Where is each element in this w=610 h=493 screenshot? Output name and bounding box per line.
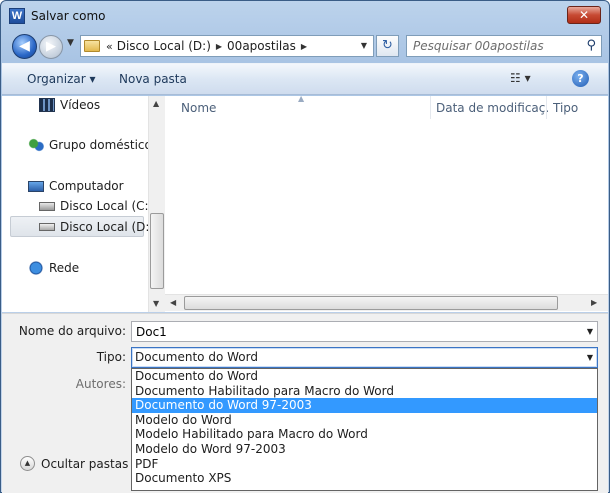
authors-label: Autores: [75, 377, 126, 391]
scroll-thumb[interactable] [150, 213, 164, 289]
scroll-left-icon[interactable]: ◀ [170, 298, 176, 307]
type-option[interactable]: Documento Habilitado para Macro do Word [132, 384, 597, 399]
folder-icon [84, 40, 100, 52]
close-button[interactable]: ✕ [567, 6, 601, 24]
nav-item-homegroup[interactable]: Grupo doméstico [28, 138, 152, 152]
nav-item-label: Vídeos [60, 98, 101, 112]
back-button[interactable]: ◀ [12, 34, 37, 59]
column-header-name[interactable]: Nome [181, 101, 216, 115]
type-option[interactable]: Modelo do Word [132, 413, 597, 428]
disk-d-icon [39, 223, 55, 231]
filename-input[interactable] [132, 322, 572, 341]
file-type-select[interactable]: Documento do Word ▼ [131, 347, 598, 368]
scroll-right-icon[interactable]: ▶ [591, 298, 597, 307]
network-icon [28, 261, 44, 275]
address-dropdown-icon[interactable]: ▼ [361, 41, 367, 50]
scroll-down-icon[interactable]: ▼ [153, 299, 159, 308]
recent-locations-dropdown[interactable]: ▼ [67, 38, 74, 48]
type-option[interactable]: PDF [132, 457, 597, 472]
word-app-icon: W [9, 8, 25, 24]
forward-button[interactable]: ▶ [39, 35, 63, 59]
file-type-value: Documento do Word [135, 350, 258, 364]
file-list-pane: ▲ Nome Data de modificaç... Tipo [165, 94, 608, 312]
column-divider[interactable] [430, 96, 431, 119]
type-option[interactable]: Documento do Word [132, 369, 597, 384]
scroll-up-icon[interactable]: ▲ [153, 99, 159, 108]
window-title: Salvar como [31, 9, 106, 23]
breadcrumb-disk-d[interactable]: Disco Local (D:) [117, 39, 211, 53]
sort-indicator-icon: ▲ [298, 94, 305, 103]
new-folder-button[interactable]: Nova pasta [119, 72, 187, 86]
back-arrow-icon: ◀ [19, 38, 30, 54]
chevron-down-icon[interactable]: ▼ [587, 327, 593, 336]
nav-item-label: Disco Local (D:) [60, 220, 155, 234]
filename-label: Nome do arquivo: [18, 324, 126, 338]
breadcrumb-separator[interactable]: ▶ [216, 42, 222, 51]
breadcrumb-00apostilas[interactable]: 00apostilas [227, 39, 296, 53]
save-as-dialog: W Salvar como ✕ ◀ ▶ ▼ « Disco Local (D:)… [0, 0, 610, 493]
refresh-icon: ↻ [382, 38, 393, 53]
collapse-up-icon: ▲ [20, 456, 35, 471]
disk-c-icon [39, 201, 55, 211]
chevron-down-icon[interactable]: ▼ [587, 353, 593, 362]
hide-folders-button[interactable]: ▲ Ocultar pastas [20, 456, 128, 471]
type-option[interactable]: Modelo Habilitado para Macro do Word [132, 427, 597, 442]
title-bar: W Salvar como ✕ [1, 1, 609, 29]
help-icon[interactable]: ? [572, 70, 589, 87]
search-box[interactable]: ⚲ [406, 35, 602, 57]
nav-item-label: Disco Local (C:) [60, 199, 154, 213]
computer-icon [28, 180, 44, 192]
type-option[interactable]: Documento XPS [132, 471, 597, 486]
navigation-pane: Vídeos Grupo doméstico Computador Disco … [2, 96, 154, 312]
column-header-type[interactable]: Tipo [553, 101, 578, 115]
type-option-highlighted[interactable]: Documento do Word 97-2003 [132, 398, 597, 413]
search-input[interactable] [407, 36, 577, 56]
column-header-date[interactable]: Data de modificaç... [436, 101, 548, 115]
breadcrumb-separator[interactable]: ▶ [301, 42, 307, 51]
forward-arrow-icon: ▶ [46, 39, 56, 54]
file-horizontal-scrollbar[interactable]: ◀ ▶ [165, 294, 608, 311]
nav-item-disk-c[interactable]: Disco Local (C:) [39, 199, 153, 213]
videos-icon [39, 98, 55, 112]
scroll-thumb[interactable] [184, 296, 558, 310]
nav-item-label: Grupo doméstico [49, 138, 152, 152]
nav-item-network[interactable]: Rede [28, 261, 79, 275]
refresh-button[interactable]: ↻ [376, 35, 399, 57]
change-view-button[interactable]: ☷ ▾ [510, 71, 531, 85]
type-option[interactable]: Modelo do Word 97-2003 [132, 442, 597, 457]
column-divider[interactable] [546, 96, 547, 119]
hide-folders-label: Ocultar pastas [41, 456, 129, 471]
filename-field[interactable]: ▼ [131, 321, 598, 342]
nav-item-label: Rede [49, 261, 80, 275]
breadcrumb-overflow[interactable]: « [106, 40, 113, 53]
nav-item-label: Computador [49, 179, 124, 193]
nav-vertical-scrollbar[interactable]: ▲ ▼ [148, 96, 165, 312]
nav-item-computer[interactable]: Computador [28, 179, 124, 193]
search-icon[interactable]: ⚲ [586, 38, 596, 53]
file-type-dropdown-list: Documento do Word Documento Habilitado p… [131, 368, 598, 491]
command-toolbar: Organizar ▾ Nova pasta ☷ ▾ ? [2, 63, 608, 95]
address-bar[interactable]: « Disco Local (D:) ▶ 00apostilas ▶ ▼ [80, 35, 374, 57]
homegroup-icon [28, 138, 44, 152]
nav-item-videos[interactable]: Vídeos [39, 98, 100, 112]
nav-item-disk-d[interactable]: Disco Local (D:) [39, 220, 154, 234]
type-label: Tipo: [96, 350, 126, 364]
organize-button[interactable]: Organizar ▾ [27, 72, 96, 86]
